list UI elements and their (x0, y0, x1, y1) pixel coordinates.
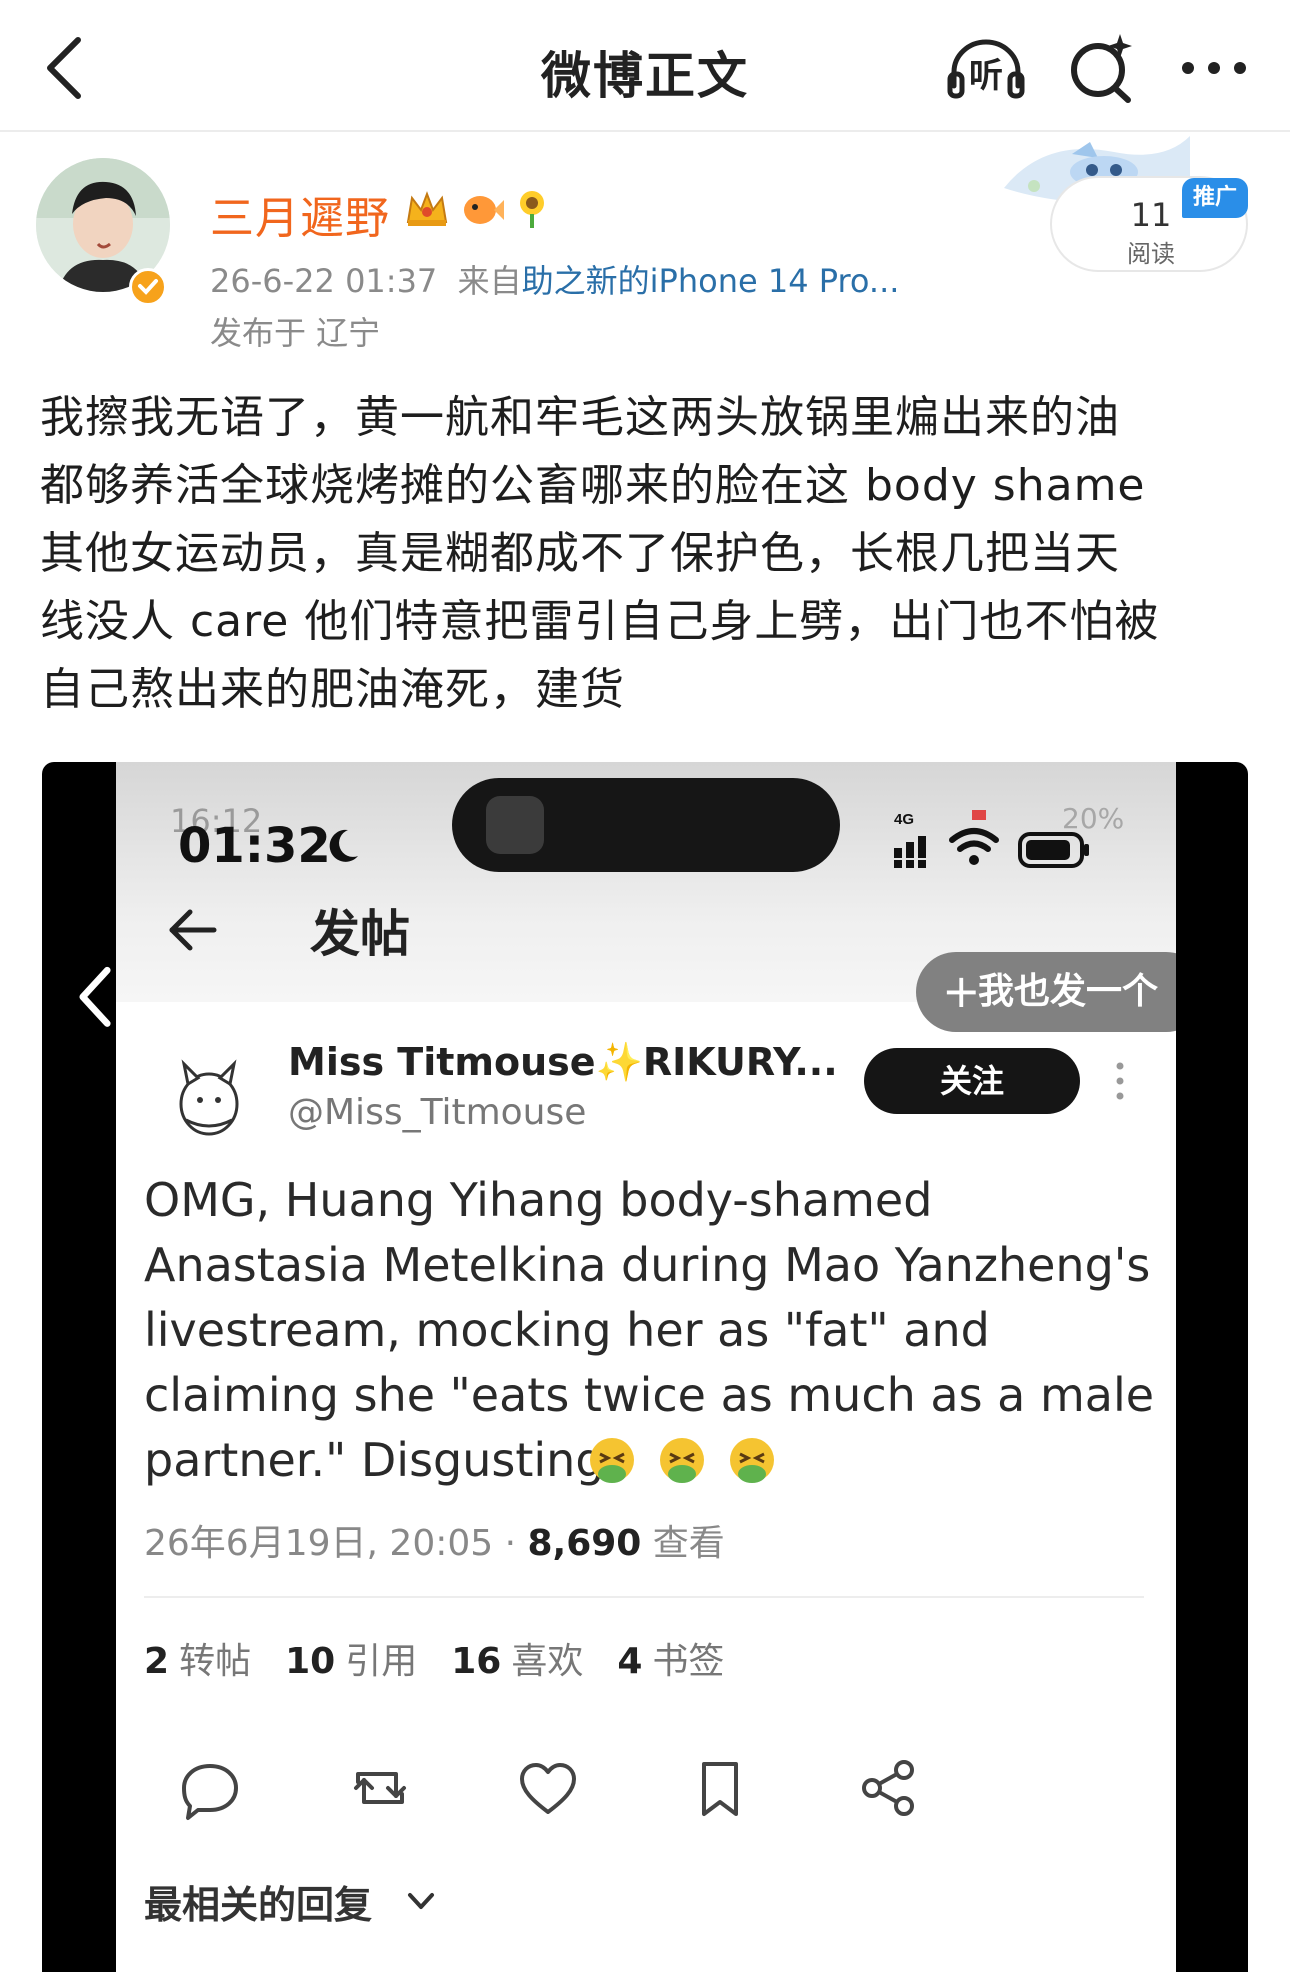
like-icon[interactable] (512, 1752, 584, 1824)
tweet-views: 8,690 (527, 1523, 642, 1564)
retweet-icon[interactable] (344, 1752, 416, 1824)
signal-icon (894, 836, 926, 868)
crown-badge-icon[interactable] (404, 188, 450, 230)
source-prefix: 来自 (457, 262, 522, 300)
tweet-datetime: 26年6月19日, 20:05 · (144, 1523, 528, 1564)
tweet-stats: 2 转帖 10 引用 16 喜欢 4 书签 (144, 1632, 724, 1684)
replies-sort-label[interactable]: 最相关的回复 (144, 1874, 372, 1929)
sunflower-badge-icon[interactable] (512, 188, 552, 230)
share-icon[interactable] (852, 1752, 924, 1824)
weibo-post-page: 微博正文 听 三月遲野 26-6-22 01:37 来自助之新的iPhone 1… (0, 0, 1290, 1972)
screenshot-title: 发帖 (310, 905, 410, 963)
post-line: 都够养活全球烧烤摊的公畜哪来的脸在这 body shame (40, 460, 1146, 511)
sparkle-search-icon[interactable] (1062, 28, 1142, 108)
dynamic-island (452, 778, 840, 872)
post-image[interactable]: 16:12 01:32 4G 20% 发帖 我也发一个 + Miss Titmo… (42, 762, 1248, 1972)
divider (144, 1596, 1144, 1598)
plus-icon: + (942, 964, 981, 1018)
read-label: 阅读 (1127, 240, 1175, 268)
tweet-line: livestream, mocking her as "fat" and (144, 1303, 990, 1357)
post-line: 自己熬出来的肥油淹死，建货 (40, 664, 625, 715)
post-body: 我擦我无语了，黄一航和牢毛这两头放锅里煸出来的油 都够养活全球烧烤摊的公畜哪来的… (40, 384, 1250, 724)
follow-button[interactable]: 关注 (864, 1048, 1080, 1114)
tweet-views-label: 查看 (641, 1523, 725, 1564)
promote-button[interactable]: 推广 (1182, 178, 1248, 218)
author-name[interactable]: 三月遲野 (210, 182, 390, 246)
author-badges (404, 186, 552, 232)
stat-quotes[interactable]: 10 引用 (285, 1632, 417, 1684)
more-icon[interactable] (1174, 34, 1254, 104)
fish-badge-icon[interactable] (458, 188, 504, 230)
verified-badge (129, 268, 167, 306)
tweet-line: Anastasia Metelkina during Mao Yanzheng'… (144, 1238, 1151, 1292)
tweet-more-icon[interactable] (1110, 1058, 1130, 1104)
tweet-actions (116, 1752, 1176, 1832)
moon-icon (329, 829, 358, 862)
ghost-battery-label: 20% (1062, 802, 1125, 835)
post-location: 发布于 辽宁 (210, 314, 381, 352)
screenshot-content: 16:12 01:32 4G 20% 发帖 我也发一个 + Miss Titmo… (116, 762, 1176, 1972)
tweet-avatar (179, 1059, 239, 1136)
bookmark-icon[interactable] (684, 1752, 756, 1824)
top-nav-bar: 微博正文 听 (0, 0, 1290, 132)
post-line: 其他女运动员，真是糊都成不了保护色，长根几把当天 (40, 528, 1120, 579)
post-line: 我擦我无语了，黄一航和牢毛这两头放锅里煸出来的油 (40, 392, 1120, 443)
tweet-handle: @Miss_Titmouse (288, 1092, 587, 1133)
back-arrow-icon[interactable] (162, 900, 222, 960)
listen-button[interactable]: 听 (944, 34, 1028, 104)
chevron-down-icon[interactable] (404, 1886, 438, 1916)
tweet-display-name: Miss Titmouse✨RIKURY... (288, 1040, 838, 1084)
post-meta: 26-6-22 01:37 来自助之新的iPhone 14 Pro... (210, 256, 899, 302)
verified-check-icon (138, 279, 158, 295)
listen-label: 听 (969, 56, 1003, 96)
tweet-line: OMG, Huang Yihang body-shamed (144, 1173, 933, 1227)
source-device[interactable]: 助之新的iPhone 14 Pro... (522, 262, 900, 300)
stat-likes[interactable]: 16 喜欢 (451, 1632, 583, 1684)
network-label: 4G (894, 811, 914, 828)
tweet-meta: 26年6月19日, 20:05 · 8,690 查看 (144, 1514, 725, 1566)
nauseated-emoji-icons (590, 1438, 774, 1483)
wifi-icon (949, 828, 999, 865)
status-time: 01:32 (178, 818, 331, 874)
tweet-line: claiming she "eats twice as much as a ma… (144, 1368, 1155, 1422)
stat-reposts[interactable]: 2 转帖 (144, 1632, 251, 1684)
stat-bookmarks[interactable]: 4 书签 (617, 1632, 724, 1684)
post-line: 线没人 care 他们特意把雷引自己身上劈，出门也不怕被 (40, 596, 1160, 647)
reply-icon[interactable] (174, 1752, 246, 1824)
post-timestamp: 26-6-22 01:37 (210, 262, 438, 300)
island-app-thumbnail (486, 796, 544, 854)
